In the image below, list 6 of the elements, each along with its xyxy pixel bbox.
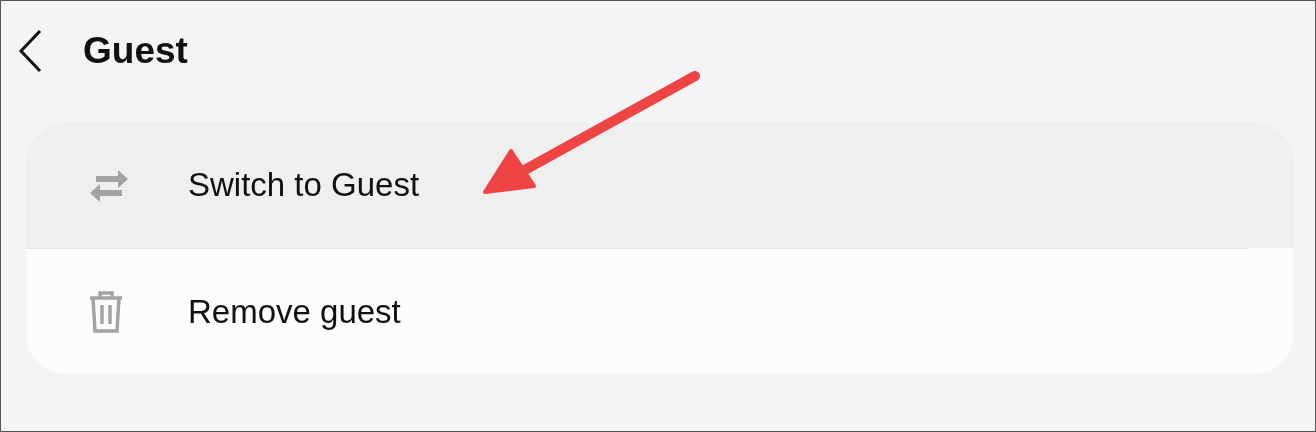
menu-item[interactable]: Switch to Guest xyxy=(26,122,1294,248)
menu-item[interactable]: Remove guest xyxy=(26,249,1294,374)
swap-arrows-icon xyxy=(88,168,130,202)
back-chevron-icon xyxy=(18,29,42,73)
page-title: Guest xyxy=(83,29,188,74)
trash-icon xyxy=(88,290,124,333)
